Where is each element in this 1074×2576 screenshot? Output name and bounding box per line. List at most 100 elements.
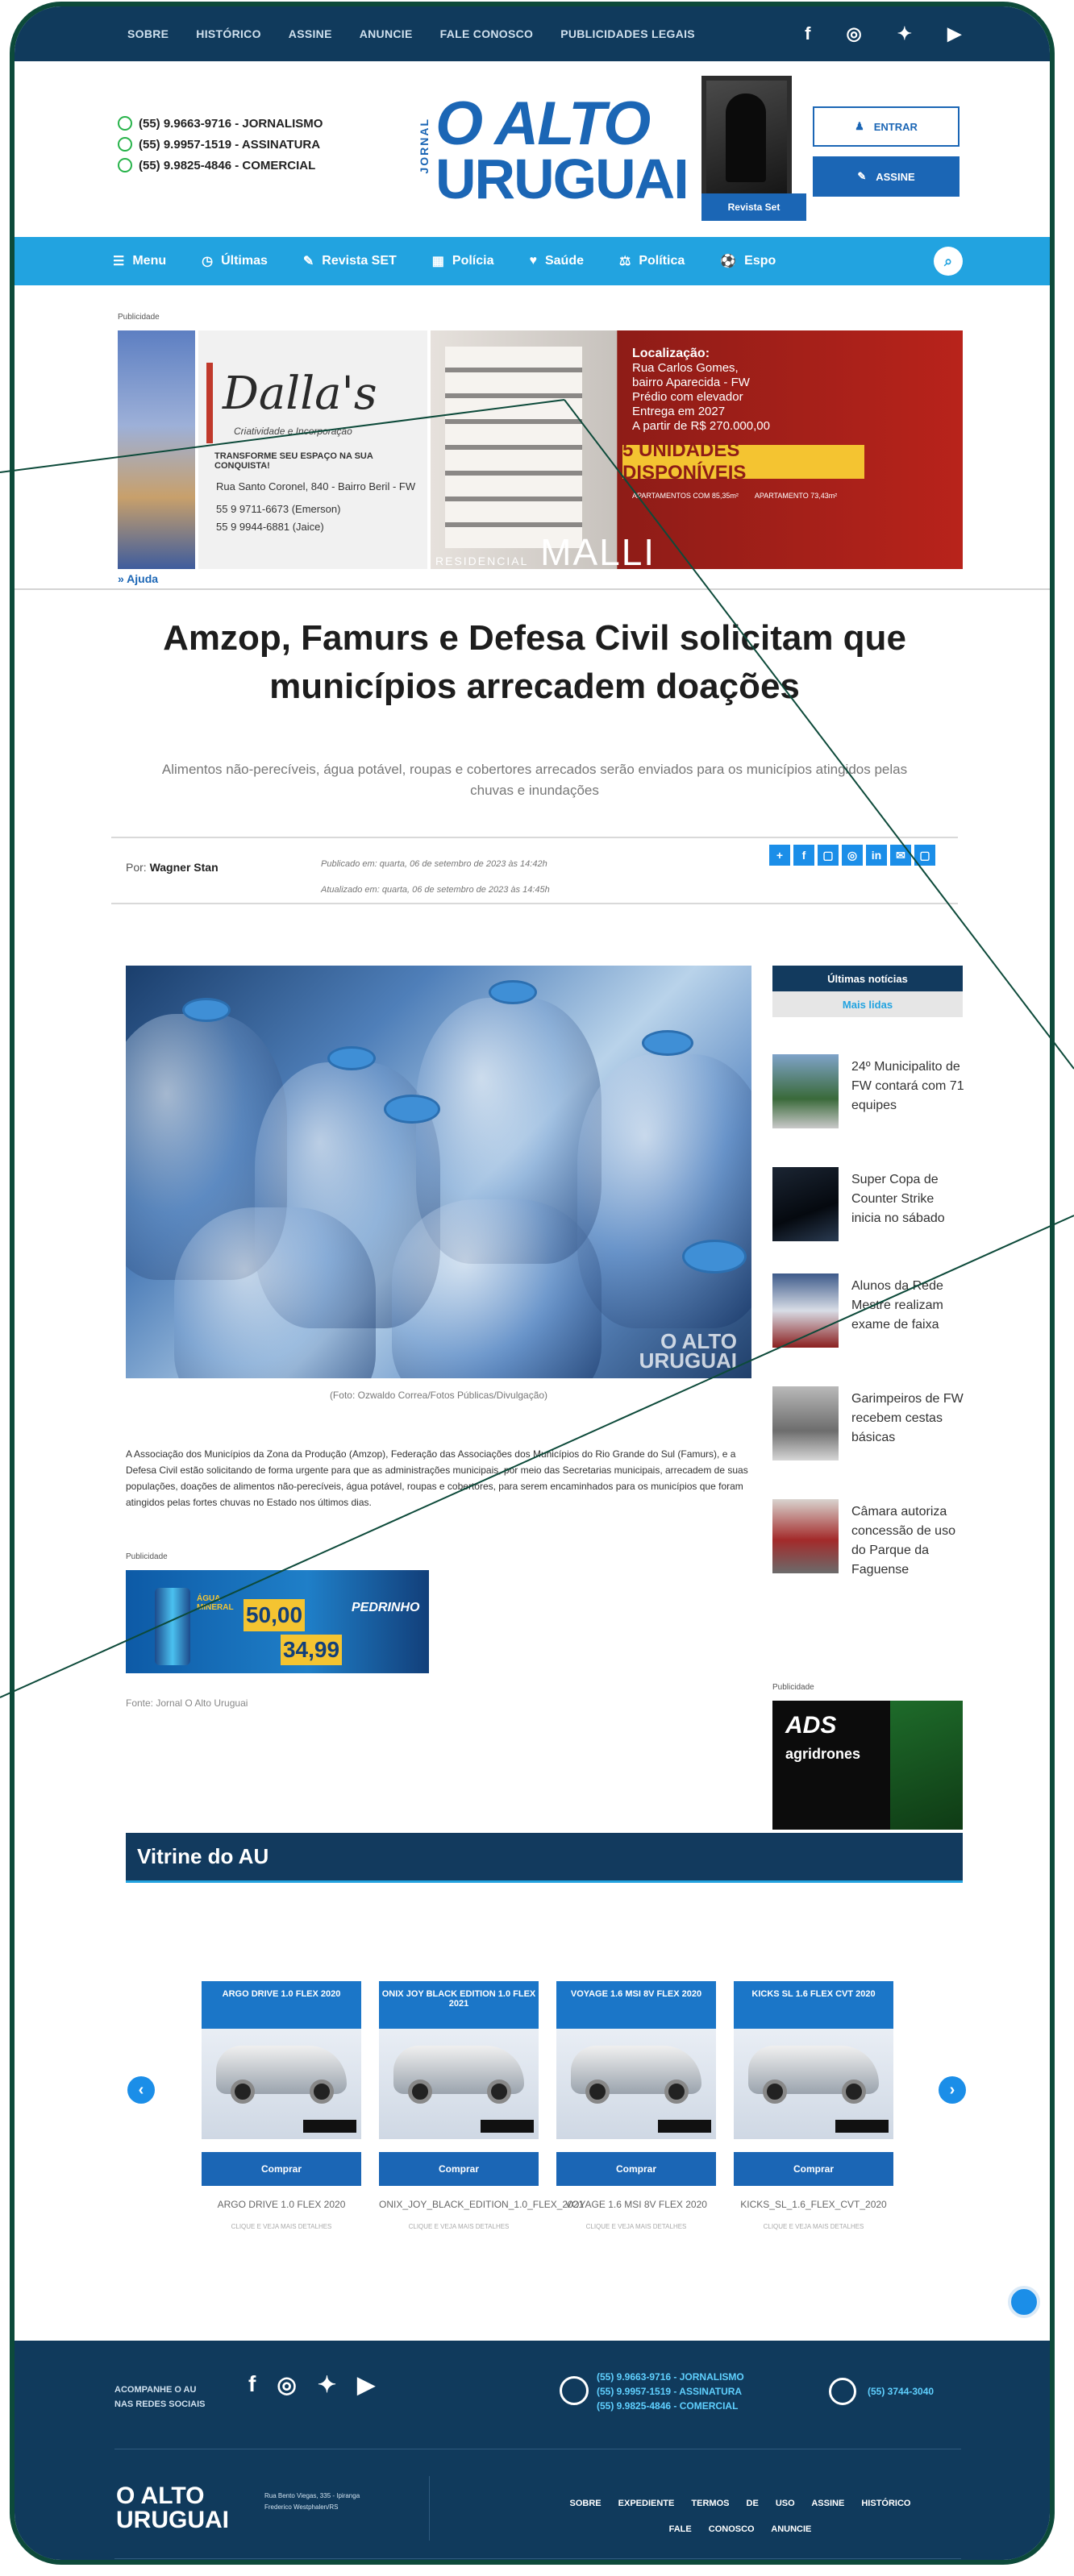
youtube-icon[interactable]: ▶ [357,2371,375,2398]
nav-item-esportes[interactable]: ⚽ Espo [720,253,776,269]
share-copy-icon[interactable]: ▢ [914,845,935,866]
footer-social: f ◎ ✦ ▶ [248,2371,375,2398]
carousel-prev-button[interactable]: ‹ [127,2076,155,2104]
youtube-icon[interactable]: ▶ [947,23,961,44]
news-title: Super Copa de Counter Strike inicia no s… [851,1173,945,1225]
sidebar-news-item[interactable]: Câmara autoriza concessão de uso do Parq… [772,1499,966,1580]
phone-icon [829,2378,856,2405]
scale-icon: ⚖ [619,255,631,268]
facebook-icon[interactable]: f [248,2371,256,2398]
section-divider [15,588,1050,590]
comprar-button[interactable]: Comprar [734,2152,893,2186]
twitter-icon[interactable]: ✦ [897,23,912,44]
by-label: Por [126,861,144,874]
comprar-button[interactable]: Comprar [202,2152,361,2186]
whatsapp-icon [118,158,132,172]
sidebar-news-item[interactable]: 24º Municipalito de FW contará com 71 eq… [772,1054,966,1128]
top-link-sobre[interactable]: SOBRE [127,27,169,40]
sidebar-ad-banner[interactable]: ADS agridrones [772,1701,963,1830]
nav-item-politica[interactable]: ⚖ Política [619,253,685,269]
whatsapp-icon [118,137,132,152]
comprar-button[interactable]: Comprar [556,2152,716,2186]
instagram-icon[interactable]: ◎ [277,2371,296,2398]
assine-label: ASSINE [876,170,915,183]
news-thumbnail [772,1054,839,1128]
share-more-icon[interactable]: + [769,845,790,866]
footer-call-number[interactable]: (55) 3744-3040 [868,2386,934,2397]
carousel-next-button[interactable]: › [939,2076,966,2104]
twitter-icon[interactable]: ✦ [318,2371,336,2398]
phone-jornalismo[interactable]: (55) 9.9663-9716 - JORNALISMO [118,113,323,134]
nav-item-saude[interactable]: ♥ Saúde [529,254,584,268]
mid-ad-brand: PEDRINHO [352,1601,420,1614]
meta-divider-bottom [111,903,958,904]
top-ad-banner[interactable]: Dalla's Criatividade e Incorporação TRAN… [118,321,963,585]
site-logo[interactable]: JORNAL O ALTO URUGUAI [418,93,689,214]
footer-logo[interactable]: O ALTO URUGUAI [116,2484,229,2532]
top-link-assine[interactable]: ASSINE [289,27,332,40]
footer-links[interactable]: SOBRE EXPEDIENTE TERMOS DE USO ASSINE HI… [514,2491,966,2542]
footer-phones[interactable]: (55) 9.9663-9716 - JORNALISMO (55) 9.995… [597,2370,744,2413]
author-name[interactable]: Wagner Stan [150,861,219,874]
bottle-cap [682,1240,747,1273]
revista-set-button[interactable]: Revista Set [701,193,806,221]
share-facebook-icon[interactable]: f [793,845,814,866]
nav-item-policia[interactable]: ▦ Polícia [432,253,494,269]
car-wheel [487,2079,511,2104]
card-name: ARGO DRIVE 1.0 FLEX 2020 [217,2199,346,2210]
share-email-icon[interactable]: ✉ [890,845,911,866]
sidebar-news-item[interactable]: Garimpeiros de FW recebem cestas básicas [772,1386,966,1460]
location-title: Localização: [632,347,710,360]
nav-item-ultimas[interactable]: ◷ Últimas [202,253,268,269]
ad-help-link[interactable]: » Ajuda [118,572,158,585]
sidebar-news-item[interactable]: Super Copa de Counter Strike inicia no s… [772,1167,966,1241]
tab-mais-lidas[interactable]: Mais lidas [772,991,963,1017]
vitrine-card[interactable]: ARGO DRIVE 1.0 FLEX 2020 Comprar ARGO DR… [202,1981,361,2230]
share-linkedin-icon[interactable]: in [866,845,887,866]
phone-text: (55) 9.9663-9716 - JORNALISMO [139,116,323,131]
search-button[interactable]: ⌕ [934,247,963,276]
bottle-shape [174,1207,376,1378]
top-link-publicidades-legais[interactable]: PUBLICIDADES LEGAIS [560,27,695,40]
comprar-button[interactable]: Comprar [379,2152,539,2186]
sidebar-ad-brand: ADS [785,1712,837,1739]
site-header: (55) 9.9663-9716 - JORNALISMO (55) 9.995… [15,61,1050,237]
assine-button[interactable]: ✎ ASSINE [813,156,960,197]
footer-logo-line-1: O ALTO [116,2483,205,2509]
notification-bell-button[interactable] [1008,2286,1040,2318]
sidebar-news-item[interactable]: Alunos da Rede Mestre realizam exame de … [772,1273,966,1348]
footer-links-row-2[interactable]: FALE CONOSCO ANUNCIE [514,2516,966,2542]
car-wheel [310,2079,334,2104]
phone-comercial[interactable]: (55) 9.9825-4846 - COMERCIAL [118,155,323,176]
top-link-fale-conosco[interactable]: FALE CONOSCO [440,27,534,40]
nav-item-menu[interactable]: ☰ Menu [113,253,166,269]
top-link-anuncie[interactable]: ANUNCIE [360,27,413,40]
mid-ad-banner[interactable]: ÁGUA MINERAL 50,00 34,99 PEDRINHO [126,1570,429,1673]
instagram-icon[interactable]: ◎ [846,23,861,44]
vitrine-card[interactable]: VOYAGE 1.6 MSI 8V FLEX 2020 Comprar VOYA… [556,1981,716,2230]
ball-icon: ⚽ [720,255,737,268]
vitrine-card[interactable]: ONIX JOY BLACK EDITION 1.0 FLEX 2021 Com… [379,1981,584,2230]
top-link-historico[interactable]: HISTÓRICO [196,27,260,40]
phone-assinatura[interactable]: (55) 9.9957-1519 - ASSINATURA [118,134,323,155]
bottle-cap [642,1030,693,1056]
vitrine-card[interactable]: KICKS SL 1.6 FLEX CVT 2020 Comprar KICKS… [734,1981,893,2230]
solar-panel-image [118,330,195,569]
share-whatsapp-icon[interactable]: ◎ [842,845,863,866]
footer-address: Rua Bento Viegas, 335 - Ipiranga Frederi… [264,2492,360,2511]
header-phones: (55) 9.9663-9716 - JORNALISMO (55) 9.995… [118,113,323,176]
article-main-image[interactable]: O ALTO URUGUAI [126,966,751,1378]
share-messenger-icon[interactable]: ▢ [818,845,839,866]
tab-ultimas-noticias[interactable]: Últimas notícias [772,966,963,991]
dallas-brand: Dalla's [223,368,377,420]
malli-location: Localização: Rua Carlos Gomes, bairro Ap… [632,347,770,434]
news-title: Câmara autoriza concessão de uso do Parq… [851,1505,955,1577]
magazine-cover[interactable]: Revista Set [701,76,806,221]
footer-links-row-1[interactable]: SOBRE EXPEDIENTE TERMOS DE USO ASSINE HI… [514,2491,966,2516]
facebook-icon[interactable]: f [805,23,810,44]
news-title: 24º Municipalito de FW contará com 71 eq… [851,1060,964,1112]
nav-item-revista-set[interactable]: ✎ Revista SET [303,253,397,269]
entrar-button[interactable]: ♟ ENTRAR [813,106,960,147]
pen-icon: ✎ [302,255,314,268]
clock-icon: ◷ [202,255,214,268]
